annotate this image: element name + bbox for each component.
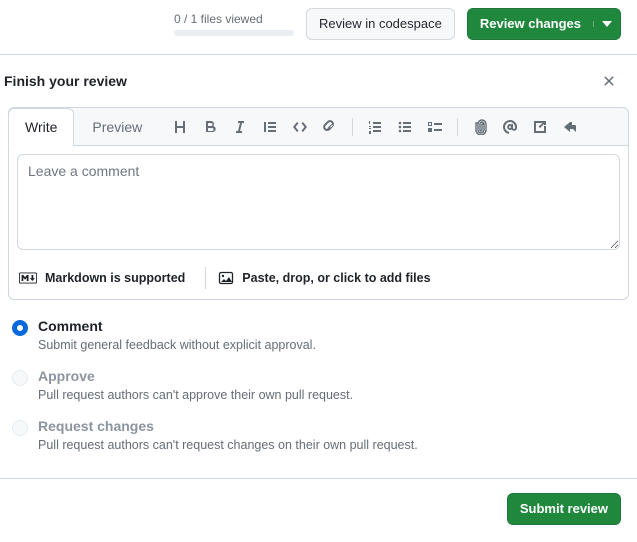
- quote-icon[interactable]: [262, 119, 278, 135]
- image-icon: [218, 270, 234, 286]
- tab-write[interactable]: Write: [8, 108, 74, 146]
- review-changes-label: Review changes: [480, 14, 581, 34]
- radio-approve: [12, 370, 28, 386]
- help-bar: Markdown is supported Paste, drop, or cl…: [17, 259, 620, 291]
- review-in-codespace-label: Review in codespace: [319, 14, 442, 34]
- code-icon[interactable]: [292, 119, 308, 135]
- cross-reference-icon[interactable]: [532, 119, 548, 135]
- bold-icon[interactable]: [202, 119, 218, 135]
- review-in-codespace-button[interactable]: Review in codespace: [306, 8, 455, 40]
- mention-icon[interactable]: [502, 119, 518, 135]
- editor-tab-row: Write Preview: [8, 107, 629, 146]
- radio-request-changes: [12, 420, 28, 436]
- top-bar: 0 / 1 files viewed Review in codespace R…: [0, 0, 637, 55]
- file-drop-hint-label: Paste, drop, or click to add files: [242, 271, 430, 285]
- review-changes-button[interactable]: Review changes: [467, 8, 621, 40]
- option-approve-label: Approve: [38, 368, 353, 384]
- attachment-icon[interactable]: [472, 119, 488, 135]
- markdown-icon: [19, 272, 37, 284]
- option-approve-desc: Pull request authors can't approve their…: [38, 388, 353, 402]
- reply-icon[interactable]: [562, 119, 578, 135]
- link-icon[interactable]: [322, 119, 338, 135]
- tab-preview[interactable]: Preview: [76, 109, 158, 145]
- formatting-toolbar: [164, 118, 586, 136]
- option-request-changes: Request changes Pull request authors can…: [12, 412, 621, 462]
- file-drop-hint[interactable]: Paste, drop, or click to add files: [218, 270, 430, 286]
- toolbar-separator: [457, 118, 458, 136]
- markdown-hint-label: Markdown is supported: [45, 271, 185, 285]
- option-comment[interactable]: Comment Submit general feedback without …: [12, 312, 621, 362]
- radio-comment[interactable]: [12, 320, 28, 336]
- heading-icon[interactable]: [172, 119, 188, 135]
- files-viewed: 0 / 1 files viewed: [174, 12, 294, 36]
- toolbar-separator: [352, 118, 353, 136]
- toolbar-right: [472, 119, 578, 135]
- submit-review-label: Submit review: [520, 499, 608, 519]
- comment-box: Markdown is supported Paste, drop, or cl…: [8, 146, 629, 300]
- option-comment-label: Comment: [38, 318, 316, 334]
- italic-icon[interactable]: [232, 119, 248, 135]
- files-viewed-progress: [174, 30, 294, 36]
- panel-title: Finish your review: [4, 73, 127, 89]
- review-options: Comment Submit general feedback without …: [8, 300, 629, 470]
- helpbar-separator: [205, 267, 206, 289]
- submit-review-button[interactable]: Submit review: [507, 493, 621, 525]
- caret-down-icon: [593, 21, 612, 27]
- task-list-icon[interactable]: [427, 119, 443, 135]
- panel-header: Finish your review: [0, 55, 637, 107]
- ordered-list-icon[interactable]: [367, 119, 383, 135]
- option-approve: Approve Pull request authors can't appro…: [12, 362, 621, 412]
- review-form: Write Preview: [8, 107, 629, 478]
- files-viewed-label: 0 / 1 files viewed: [174, 12, 294, 26]
- markdown-hint[interactable]: Markdown is supported: [19, 271, 201, 285]
- option-request-desc: Pull request authors can't request chang…: [38, 438, 418, 452]
- option-request-label: Request changes: [38, 418, 418, 434]
- panel-footer: Submit review: [0, 478, 637, 539]
- comment-textarea[interactable]: [17, 154, 620, 250]
- unordered-list-icon[interactable]: [397, 119, 413, 135]
- close-icon[interactable]: [597, 69, 621, 93]
- option-comment-desc: Submit general feedback without explicit…: [38, 338, 316, 352]
